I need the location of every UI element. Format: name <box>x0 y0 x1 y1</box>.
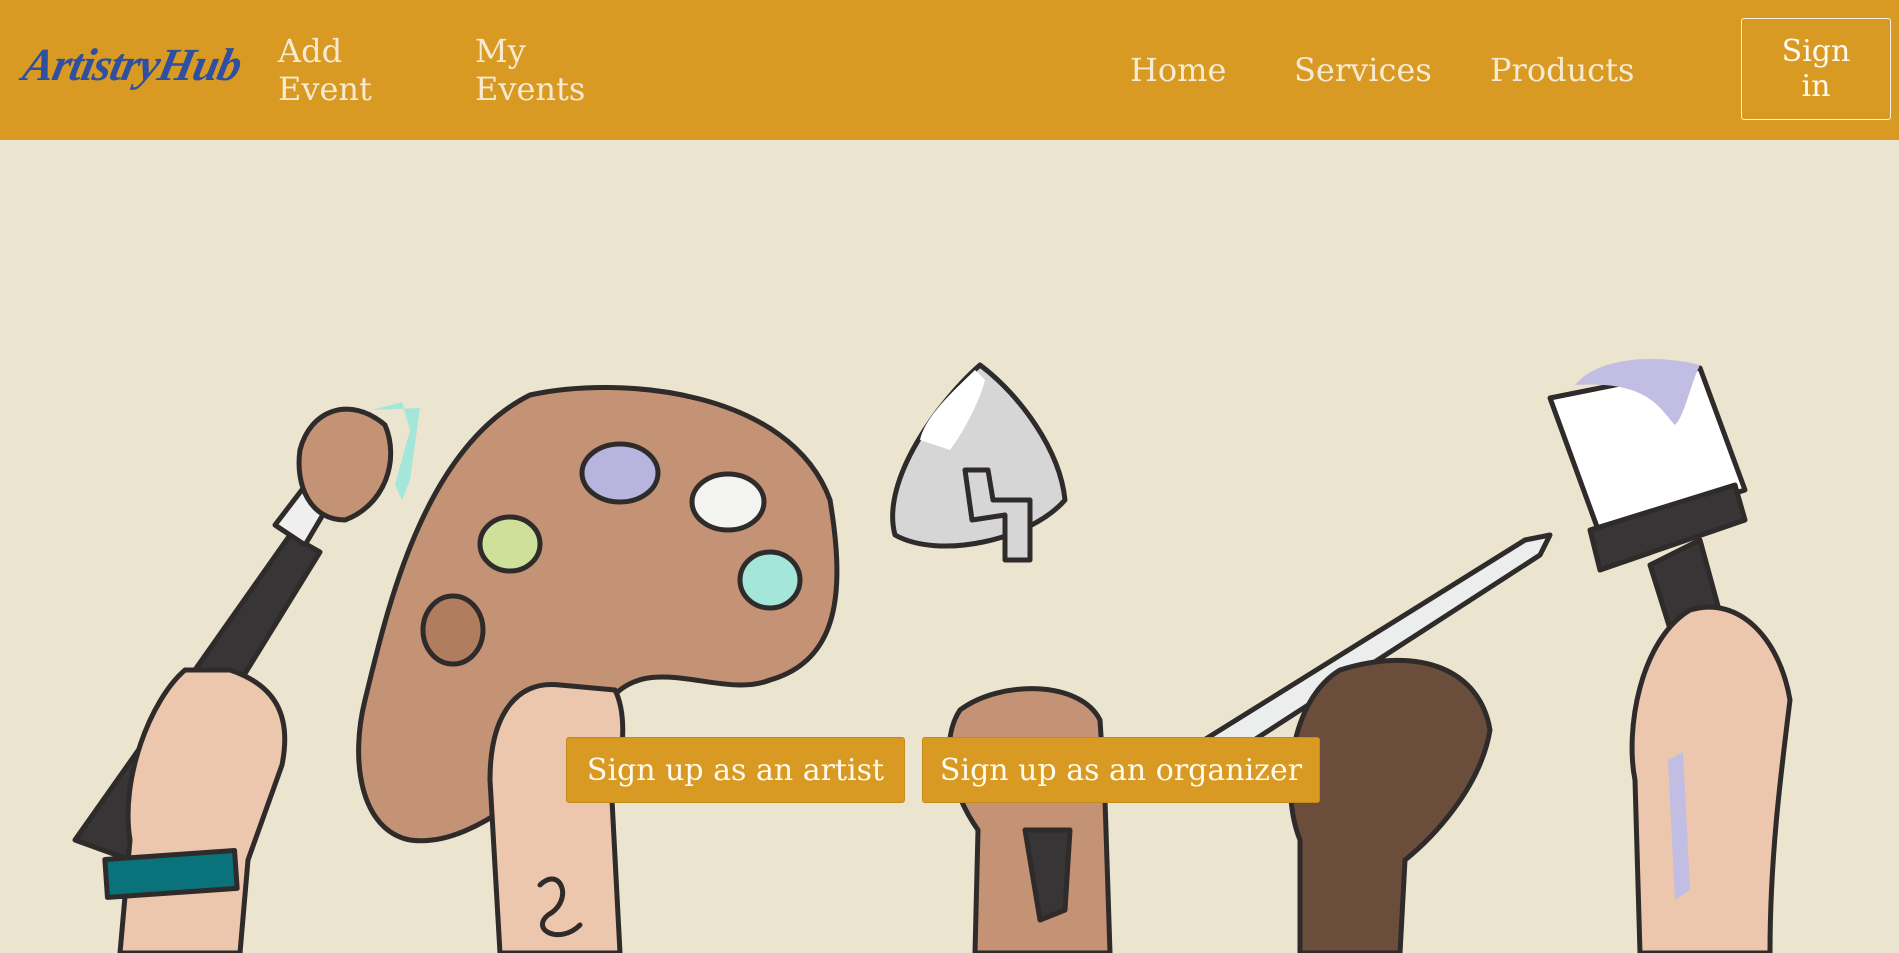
signup-artist-button[interactable]: Sign up as an artist <box>566 737 905 803</box>
brand-logo[interactable]: ArtistryHub <box>18 38 246 91</box>
nav-add-event-line2: Event <box>278 70 372 108</box>
nav-add-event[interactable]: Add Event <box>278 32 398 108</box>
nav-my-events-line2: Events <box>475 70 586 108</box>
nav-home[interactable]: Home <box>1130 51 1226 89</box>
hero-illustration <box>72 359 1793 953</box>
nav-my-events[interactable]: My Events <box>475 32 595 108</box>
nav-services[interactable]: Services <box>1294 51 1432 89</box>
sign-in-line2: in <box>1801 69 1831 104</box>
nav-products[interactable]: Products <box>1490 51 1634 89</box>
hero-section: Sign up as an artist Sign up as an organ… <box>0 140 1899 953</box>
nav-my-events-line1: My <box>475 32 526 70</box>
signup-organizer-button[interactable]: Sign up as an organizer <box>922 737 1320 803</box>
sign-in-button[interactable]: Sign in <box>1741 18 1891 120</box>
nav-add-event-line1: Add <box>278 32 343 70</box>
sign-in-line1: Sign <box>1781 34 1851 69</box>
top-navbar: ArtistryHub Add Event My Events Home Ser… <box>0 0 1899 140</box>
